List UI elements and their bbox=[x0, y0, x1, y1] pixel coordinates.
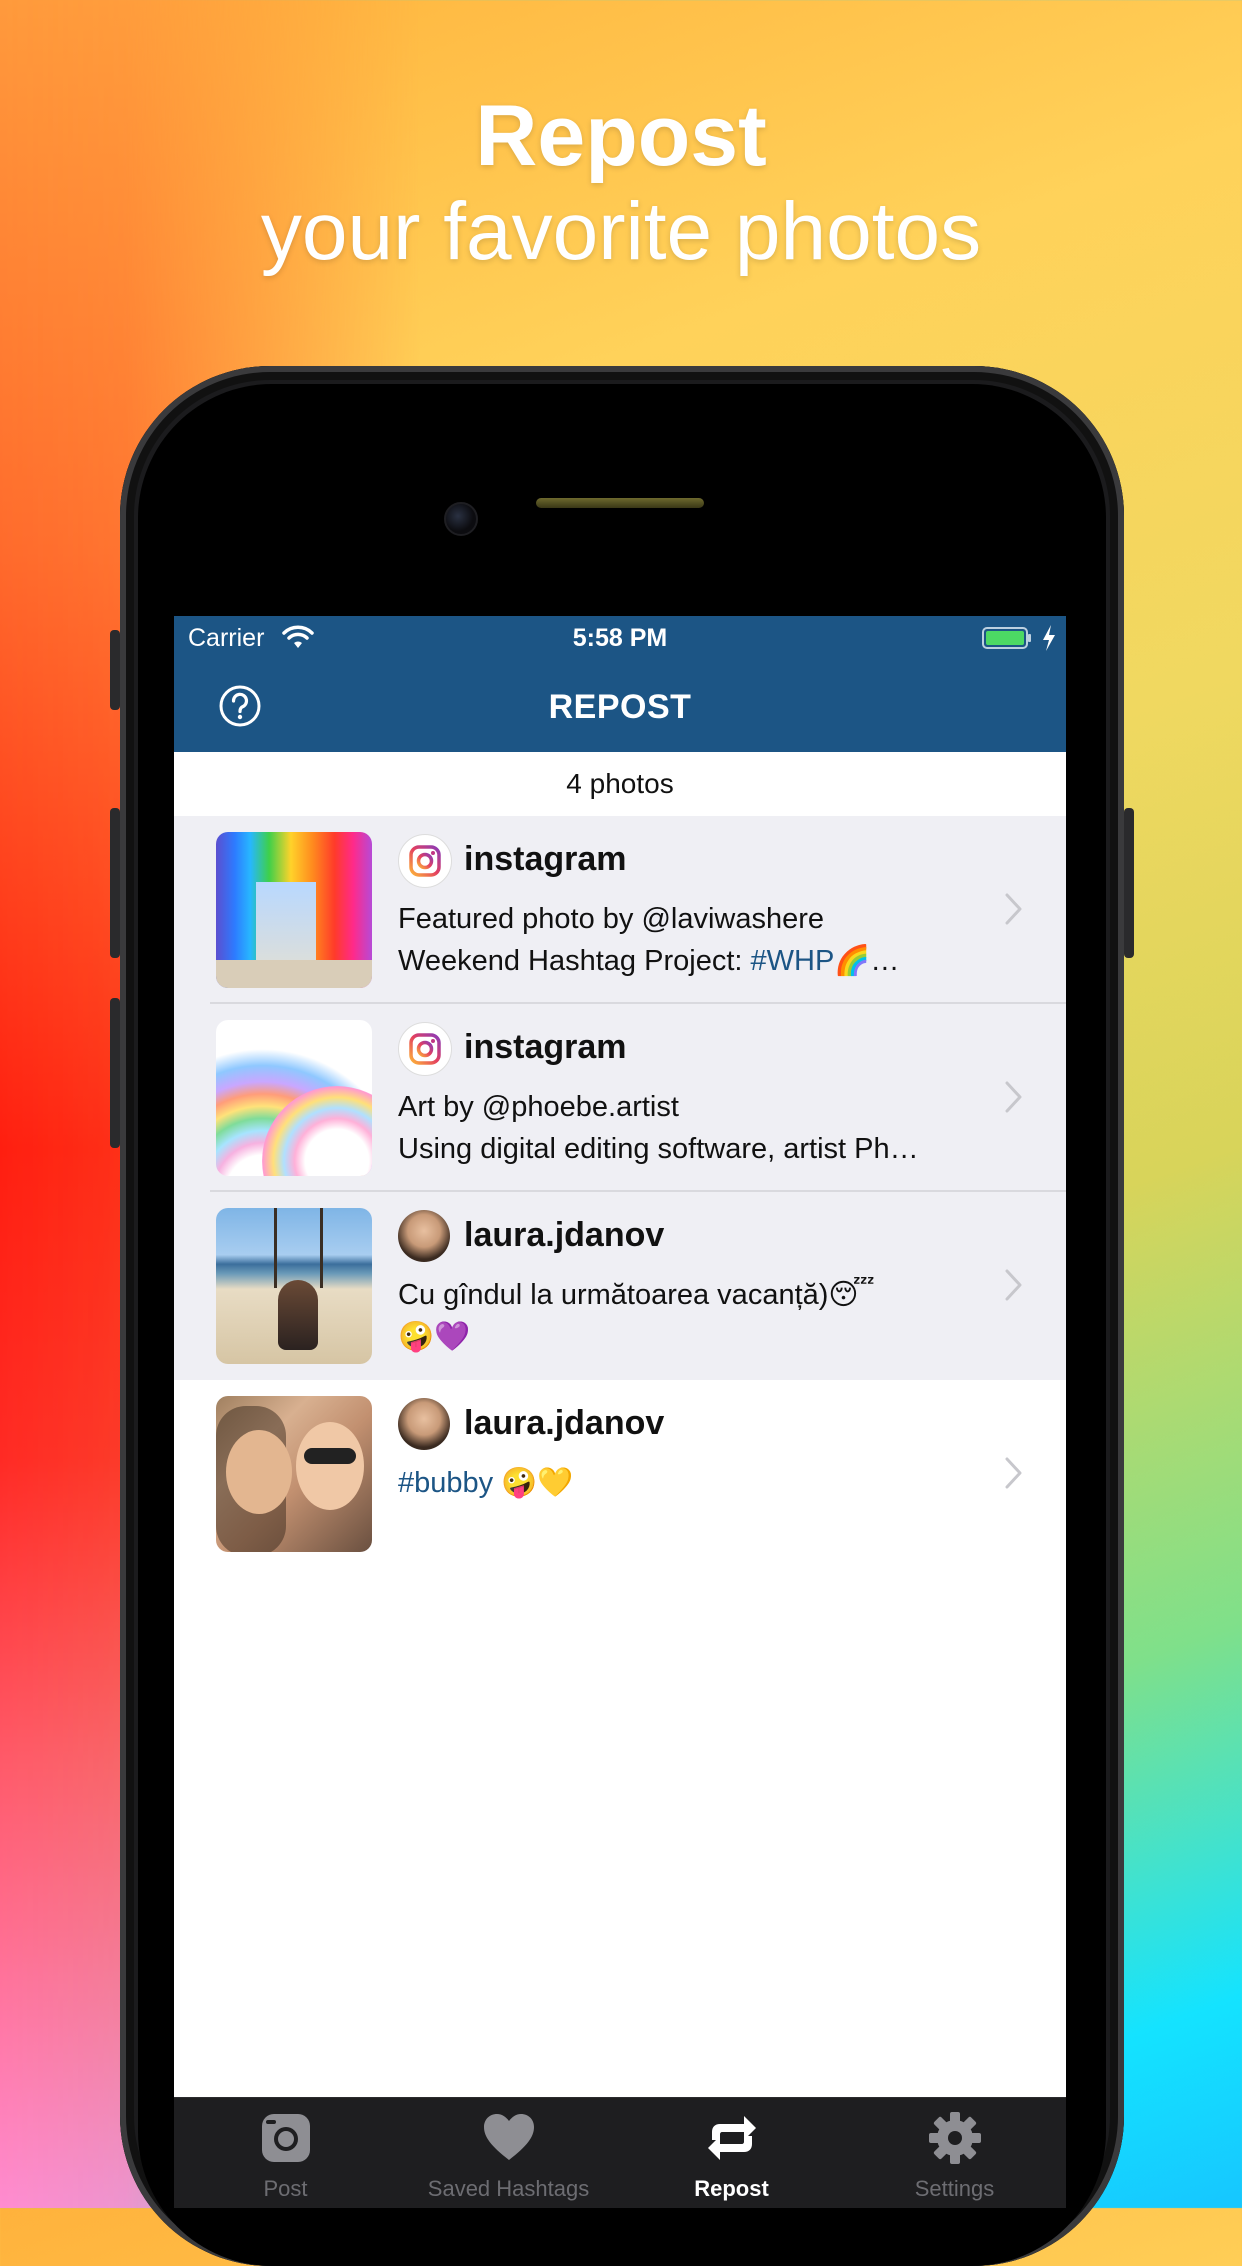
caption-line: Using digital editing software, artist P… bbox=[398, 1133, 919, 1165]
post-thumbnail bbox=[216, 1020, 372, 1176]
post-caption: Art by @phoebe.artist Using digital edit… bbox=[398, 1086, 966, 1170]
page-title: REPOST bbox=[548, 688, 692, 726]
front-camera bbox=[444, 502, 478, 536]
post-caption: Cu gîndul la următoarea vacanță)😴 🤪💜 bbox=[398, 1274, 966, 1358]
tab-post[interactable]: Post bbox=[174, 2098, 397, 2208]
tab-label: Settings bbox=[914, 2176, 995, 2201]
app-screen: Carrier 5:58 PM REPOST 4 photos instagra… bbox=[174, 616, 1066, 2208]
post-thumbnail bbox=[216, 1396, 372, 1552]
post-caption: Featured photo by @laviwashere Weekend H… bbox=[398, 898, 966, 982]
list-item[interactable]: laura.jdanov #bubby 🤪💛 bbox=[174, 1380, 1066, 1568]
post-caption: #bubby 🤪💛 bbox=[398, 1462, 966, 1504]
avatar bbox=[398, 1398, 450, 1450]
chevron-right-icon bbox=[1005, 1457, 1022, 1489]
post-username: laura.jdanov bbox=[464, 1404, 665, 1442]
chevron-right-icon bbox=[1005, 1081, 1022, 1113]
volume-down-button bbox=[110, 998, 120, 1148]
list-item[interactable]: instagram Art by @phoebe.artist Using di… bbox=[174, 1004, 1066, 1192]
post-list: instagram Featured photo by @laviwashere… bbox=[174, 816, 1066, 1568]
earpiece-speaker bbox=[536, 498, 704, 508]
post-username: instagram bbox=[464, 840, 627, 878]
avatar bbox=[398, 834, 452, 888]
heart-icon bbox=[484, 2114, 534, 2160]
caption-line: #bubby 🤪💛 bbox=[398, 1467, 574, 1499]
tab-settings[interactable]: Settings bbox=[843, 2098, 1066, 2208]
tab-saved-hashtags[interactable]: Saved Hashtags bbox=[397, 2098, 620, 2208]
avatar bbox=[398, 1210, 450, 1262]
caption-line: 🤪💜 bbox=[398, 1321, 471, 1353]
caption-line: Featured photo by @laviwashere bbox=[398, 903, 825, 935]
tab-repost[interactable]: Repost bbox=[620, 2098, 843, 2208]
caption-line: Cu gîndul la următoarea vacanță)😴 bbox=[398, 1279, 875, 1311]
mute-switch bbox=[110, 630, 120, 710]
avatar bbox=[398, 1022, 452, 1076]
headline-subtitle: your favorite photos bbox=[260, 186, 982, 277]
volume-up-button bbox=[110, 808, 120, 958]
promo-headline: Repost your favorite photos bbox=[0, 88, 1242, 280]
power-button bbox=[1124, 808, 1134, 958]
repost-icon bbox=[708, 2116, 756, 2160]
list-item[interactable]: laura.jdanov Cu gîndul la următoarea vac… bbox=[174, 1192, 1066, 1380]
charging-bolt-icon bbox=[1043, 625, 1055, 651]
headline-title: Repost bbox=[475, 88, 767, 184]
hashtag-link[interactable]: #bubby bbox=[398, 1467, 493, 1499]
post-username: instagram bbox=[464, 1028, 627, 1066]
list-item[interactable]: instagram Featured photo by @laviwashere… bbox=[174, 816, 1066, 1004]
post-username: laura.jdanov bbox=[464, 1216, 665, 1254]
instagram-icon bbox=[409, 1033, 441, 1065]
status-bar: Carrier 5:58 PM bbox=[174, 616, 1066, 660]
caption-line: Art by @phoebe.artist bbox=[398, 1091, 679, 1123]
status-time: 5:58 PM bbox=[572, 624, 668, 652]
navigation-bar: REPOST bbox=[174, 660, 1066, 752]
instagram-icon bbox=[409, 845, 441, 877]
hashtag-link[interactable]: #WHP bbox=[751, 945, 835, 977]
caption-line: Weekend Hashtag Project: #WHP🌈… bbox=[398, 945, 900, 977]
post-thumbnail bbox=[216, 832, 372, 988]
tab-label: Repost bbox=[694, 2176, 769, 2201]
battery-icon bbox=[982, 627, 1031, 649]
post-thumbnail bbox=[216, 1208, 372, 1364]
photo-count: 4 photos bbox=[174, 752, 1066, 816]
chevron-right-icon bbox=[1005, 893, 1022, 925]
tab-bar: Post Saved Hashtags Repost Settings bbox=[174, 2097, 1066, 2208]
chevron-right-icon bbox=[1005, 1269, 1022, 1301]
tab-label: Post bbox=[263, 2176, 308, 2201]
gear-icon bbox=[929, 2112, 981, 2164]
camera-icon bbox=[262, 2114, 310, 2162]
tab-label: Saved Hashtags bbox=[427, 2176, 590, 2201]
